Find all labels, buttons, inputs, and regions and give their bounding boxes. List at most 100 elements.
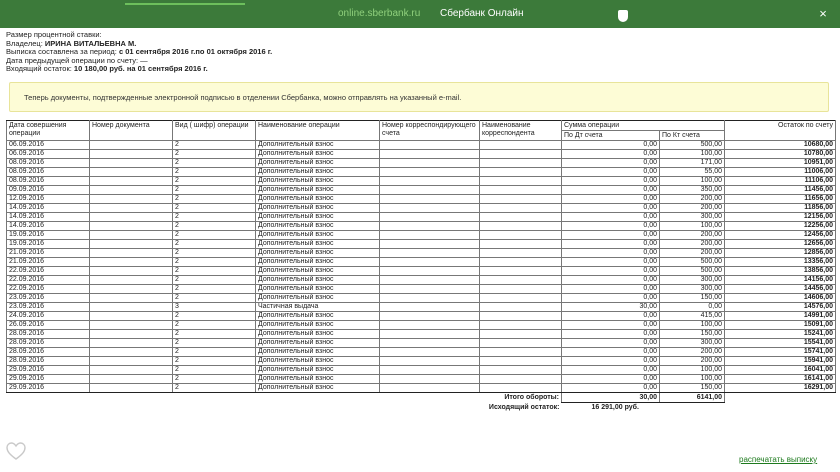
cell-corr-account bbox=[379, 275, 480, 285]
cell-code: 2 bbox=[172, 158, 256, 168]
cell-doc bbox=[89, 257, 173, 267]
cell-debit: 0,00 bbox=[561, 284, 660, 294]
cell-corr-account bbox=[379, 203, 480, 213]
cell-code: 2 bbox=[172, 221, 256, 231]
cell-doc bbox=[89, 239, 173, 249]
cell-balance: 16141,00 bbox=[724, 374, 837, 384]
cell-operation: Дополнительный взнос bbox=[255, 248, 380, 258]
cell-date: 09.09.2016 bbox=[6, 185, 90, 195]
cell-date: 28.09.2016 bbox=[6, 338, 90, 348]
cell-credit: 200,00 bbox=[658, 230, 726, 240]
cell-balance: 11456,00 bbox=[724, 185, 837, 195]
cell-debit: 0,00 bbox=[561, 383, 660, 393]
header-corr-account: Номер корреспондирующего счета bbox=[379, 120, 480, 141]
cell-date: 22.09.2016 bbox=[6, 266, 90, 276]
cell-operation: Дополнительный взнос bbox=[255, 347, 380, 357]
cell-debit: 0,00 bbox=[561, 275, 660, 285]
cell-date: 19.09.2016 bbox=[6, 239, 90, 249]
cell-corr-account bbox=[379, 347, 480, 357]
cell-operation: Дополнительный взнос bbox=[255, 365, 380, 375]
cell-code: 2 bbox=[172, 374, 256, 384]
cell-corr-account bbox=[379, 230, 480, 240]
cell-code: 2 bbox=[172, 248, 256, 258]
cell-corr-account bbox=[379, 383, 480, 393]
closing-value: 16 291,00 руб. bbox=[591, 404, 639, 411]
table-row: 14.09.2016 2 Дополнительный взнос 0,00 200,0… bbox=[6, 203, 837, 213]
cell-doc bbox=[89, 293, 173, 303]
close-button[interactable]: × bbox=[816, 7, 830, 20]
cell-date: 06.09.2016 bbox=[6, 149, 90, 159]
cell-balance: 14456,00 bbox=[724, 284, 837, 294]
cell-code: 2 bbox=[172, 284, 256, 294]
cell-operation: Дополнительный взнос bbox=[255, 194, 380, 204]
cell-doc bbox=[89, 320, 173, 330]
window-title: Сбербанк Онлайн bbox=[440, 8, 524, 19]
cell-balance: 11106,00 bbox=[724, 176, 837, 186]
cell-corr-name bbox=[479, 284, 562, 294]
cell-corr-name bbox=[479, 329, 562, 339]
cell-corr-name bbox=[479, 185, 562, 195]
table-row: 28.09.2016 2 Дополнительный взнос 0,00 300,0… bbox=[6, 338, 837, 348]
cell-operation: Дополнительный взнос bbox=[255, 374, 380, 384]
table-row: 06.09.2016 2 Дополнительный взнос 0,00 100,0… bbox=[6, 149, 837, 159]
cell-operation: Дополнительный взнос bbox=[255, 293, 380, 303]
table-row: 22.09.2016 2 Дополнительный взнос 0,00 500,0… bbox=[6, 266, 837, 276]
cell-debit: 0,00 bbox=[561, 167, 660, 177]
cell-corr-name bbox=[479, 293, 562, 303]
cell-debit: 0,00 bbox=[561, 347, 660, 357]
cell-debit: 0,00 bbox=[561, 257, 660, 267]
cell-credit: 100,00 bbox=[658, 365, 726, 375]
heart-outline-icon bbox=[6, 442, 26, 460]
cell-operation: Дополнительный взнос bbox=[255, 230, 380, 240]
cell-balance: 11006,00 bbox=[724, 167, 837, 177]
cell-operation: Дополнительный взнос bbox=[255, 338, 380, 348]
statement-info: Размер процентной ставки: Владелец: ИРИН… bbox=[6, 30, 272, 74]
header-date: Дата совершения операции bbox=[6, 120, 90, 141]
table-row: 14.09.2016 2 Дополнительный взнос 0,00 100,0… bbox=[6, 221, 837, 231]
cell-balance: 16291,00 bbox=[724, 383, 837, 393]
cell-code: 2 bbox=[172, 149, 256, 159]
cell-corr-account bbox=[379, 266, 480, 276]
cell-date: 29.09.2016 bbox=[6, 374, 90, 384]
cell-credit: 100,00 bbox=[658, 176, 726, 186]
totals-label: Итого обороты: bbox=[504, 394, 559, 402]
cell-credit: 150,00 bbox=[658, 329, 726, 339]
cell-code: 2 bbox=[172, 347, 256, 357]
cell-code: 2 bbox=[172, 383, 256, 393]
cell-debit: 0,00 bbox=[561, 212, 660, 222]
cell-operation: Дополнительный взнос bbox=[255, 356, 380, 366]
cell-code: 2 bbox=[172, 338, 256, 348]
cell-debit: 0,00 bbox=[561, 311, 660, 321]
cell-corr-account bbox=[379, 167, 480, 177]
cell-operation: Дополнительный взнос bbox=[255, 158, 380, 168]
header-debit: По Дт счета bbox=[561, 130, 660, 141]
header-doc: Номер документа bbox=[89, 120, 173, 141]
cell-corr-account bbox=[379, 257, 480, 267]
cell-credit: 100,00 bbox=[658, 320, 726, 330]
cell-credit: 150,00 bbox=[658, 293, 726, 303]
cell-corr-account bbox=[379, 248, 480, 258]
cell-debit: 0,00 bbox=[561, 338, 660, 348]
cell-date: 24.09.2016 bbox=[6, 311, 90, 321]
cell-corr-name bbox=[479, 365, 562, 375]
cell-balance: 10951,00 bbox=[724, 158, 837, 168]
cell-balance: 12456,00 bbox=[724, 230, 837, 240]
table-row: 29.09.2016 2 Дополнительный взнос 0,00 100,0… bbox=[6, 365, 837, 375]
header-name: Наименование операции bbox=[255, 120, 380, 141]
cell-corr-name bbox=[479, 176, 562, 186]
cell-code: 2 bbox=[172, 239, 256, 249]
cell-corr-account bbox=[379, 329, 480, 339]
cell-doc bbox=[89, 158, 173, 168]
table-row: 21.09.2016 2 Дополнительный взнос 0,00 500,0… bbox=[6, 257, 837, 267]
cell-code: 2 bbox=[172, 257, 256, 267]
cell-corr-name bbox=[479, 248, 562, 258]
cell-doc bbox=[89, 176, 173, 186]
cell-code: 2 bbox=[172, 356, 256, 366]
cell-date: 14.09.2016 bbox=[6, 203, 90, 213]
print-statement-link[interactable]: распечатать выписку bbox=[739, 455, 817, 464]
cell-corr-name bbox=[479, 239, 562, 249]
cell-corr-account bbox=[379, 158, 480, 168]
cell-corr-account bbox=[379, 239, 480, 249]
table-row: 08.09.2016 2 Дополнительный взнос 0,00 171,0… bbox=[6, 158, 837, 168]
cell-debit: 0,00 bbox=[561, 266, 660, 276]
